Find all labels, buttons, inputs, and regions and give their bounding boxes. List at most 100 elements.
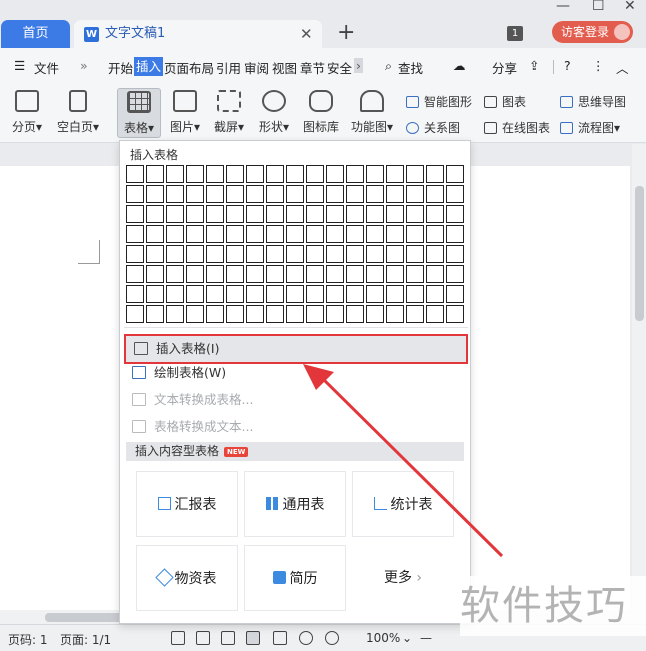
relation-chart-button[interactable]: 关系图: [406, 119, 460, 136]
table-grid-cell[interactable]: [266, 165, 284, 183]
table-grid-cell[interactable]: [186, 205, 204, 223]
window-count-badge[interactable]: 1: [507, 26, 523, 41]
table-grid-cell[interactable]: [126, 185, 144, 203]
table-grid-cell[interactable]: [246, 205, 264, 223]
table-grid-cell[interactable]: [406, 245, 424, 263]
table-grid-cell[interactable]: [426, 265, 444, 283]
table-grid-cell[interactable]: [326, 285, 344, 303]
table-grid-cell[interactable]: [166, 285, 184, 303]
table-grid-cell[interactable]: [226, 225, 244, 243]
chart-button[interactable]: 图表: [484, 93, 526, 110]
search-label[interactable]: 查找: [398, 58, 423, 77]
screenshot-button[interactable]: 截屏▾: [211, 90, 247, 135]
table-grid-cell[interactable]: [146, 265, 164, 283]
tab-security[interactable]: 安全: [327, 58, 352, 77]
table-grid-cell[interactable]: [426, 165, 444, 183]
materials-table-card[interactable]: 物资表: [136, 545, 238, 611]
table-grid-cell[interactable]: [286, 285, 304, 303]
table-grid-cell[interactable]: [146, 225, 164, 243]
table-grid-cell[interactable]: [346, 185, 364, 203]
table-grid-cell[interactable]: [346, 265, 364, 283]
table-grid-cell[interactable]: [306, 165, 324, 183]
web-view-icon[interactable]: [299, 631, 313, 645]
table-grid-cell[interactable]: [326, 305, 344, 323]
tab-reference[interactable]: 引用: [216, 58, 241, 77]
table-grid-cell[interactable]: [186, 285, 204, 303]
table-grid-cell[interactable]: [226, 245, 244, 263]
table-grid-cell[interactable]: [306, 225, 324, 243]
tab-insert[interactable]: 插入: [134, 57, 164, 76]
table-grid-cell[interactable]: [126, 205, 144, 223]
more-templates-button[interactable]: 更多 ›: [352, 545, 454, 611]
table-grid-cell[interactable]: [206, 265, 224, 283]
table-grid-cell[interactable]: [366, 285, 384, 303]
table-grid-cell[interactable]: [446, 285, 464, 303]
table-grid-cell[interactable]: [386, 305, 404, 323]
table-grid-cell[interactable]: [426, 185, 444, 203]
table-grid-cell[interactable]: [346, 165, 364, 183]
zoom-level[interactable]: 100%: [366, 631, 400, 645]
table-grid-cell[interactable]: [426, 285, 444, 303]
table-grid-cell[interactable]: [406, 185, 424, 203]
table-grid-cell[interactable]: [126, 245, 144, 263]
table-grid-cell[interactable]: [186, 305, 204, 323]
table-grid-cell[interactable]: [406, 205, 424, 223]
table-grid-cell[interactable]: [366, 225, 384, 243]
table-button[interactable]: 表格▾: [117, 88, 161, 138]
table-grid-cell[interactable]: [306, 285, 324, 303]
table-grid-cell[interactable]: [286, 245, 304, 263]
maximize-icon[interactable]: ☐: [592, 0, 605, 14]
table-grid-cell[interactable]: [146, 305, 164, 323]
table-grid-cell[interactable]: [146, 245, 164, 263]
table-grid-cell[interactable]: [226, 165, 244, 183]
table-grid-cell[interactable]: [366, 305, 384, 323]
table-grid-cell[interactable]: [386, 205, 404, 223]
tab-document[interactable]: W 文字文稿1 ✕: [74, 20, 322, 48]
table-grid-cell[interactable]: [246, 285, 264, 303]
table-grid-cell[interactable]: [266, 185, 284, 203]
table-grid-cell[interactable]: [206, 305, 224, 323]
table-grid-cell[interactable]: [186, 185, 204, 203]
table-grid-cell[interactable]: [166, 265, 184, 283]
statistics-table-card[interactable]: 统计表: [352, 471, 454, 537]
table-grid-cell[interactable]: [446, 305, 464, 323]
table-grid-cell[interactable]: [406, 165, 424, 183]
page-break-button[interactable]: 分页▾: [8, 90, 46, 135]
table-grid-cell[interactable]: [126, 305, 144, 323]
minimize-icon[interactable]: —: [556, 0, 570, 14]
table-grid-cell[interactable]: [206, 185, 224, 203]
table-grid-cell[interactable]: [146, 285, 164, 303]
table-grid-cell[interactable]: [386, 185, 404, 203]
table-grid-cell[interactable]: [246, 245, 264, 263]
table-grid-cell[interactable]: [226, 285, 244, 303]
table-grid-cell[interactable]: [306, 305, 324, 323]
table-grid-cell[interactable]: [206, 165, 224, 183]
table-grid-cell[interactable]: [426, 205, 444, 223]
table-grid-cell[interactable]: [346, 205, 364, 223]
table-grid-cell[interactable]: [426, 245, 444, 263]
table-grid-cell[interactable]: [286, 225, 304, 243]
table-grid-cell[interactable]: [326, 185, 344, 203]
flow-chart-button[interactable]: 流程图▾: [560, 119, 620, 136]
guest-login-button[interactable]: 访客登录: [552, 21, 633, 43]
expand-menu-icon[interactable]: »: [80, 58, 88, 73]
table-grid-cell[interactable]: [406, 305, 424, 323]
table-grid-cell[interactable]: [266, 305, 284, 323]
general-table-card[interactable]: 通用表: [244, 471, 346, 537]
table-grid-cell[interactable]: [246, 185, 264, 203]
collapse-ribbon-icon[interactable]: ︿: [616, 58, 629, 77]
table-grid-cell[interactable]: [246, 225, 264, 243]
page-view-icon[interactable]: [246, 631, 260, 645]
table-grid-cell[interactable]: [286, 265, 304, 283]
tab-start[interactable]: 开始: [108, 58, 133, 77]
table-grid-cell[interactable]: [386, 165, 404, 183]
table-grid-cell[interactable]: [126, 225, 144, 243]
table-grid-cell[interactable]: [166, 245, 184, 263]
table-grid-cell[interactable]: [326, 245, 344, 263]
table-grid-cell[interactable]: [206, 225, 224, 243]
table-grid-cell[interactable]: [386, 225, 404, 243]
close-window-icon[interactable]: ✕: [624, 0, 636, 14]
picture-button[interactable]: 图片▾: [167, 90, 203, 135]
blank-page-button[interactable]: 空白页▾: [54, 90, 102, 135]
fullscreen-icon[interactable]: [171, 631, 185, 645]
